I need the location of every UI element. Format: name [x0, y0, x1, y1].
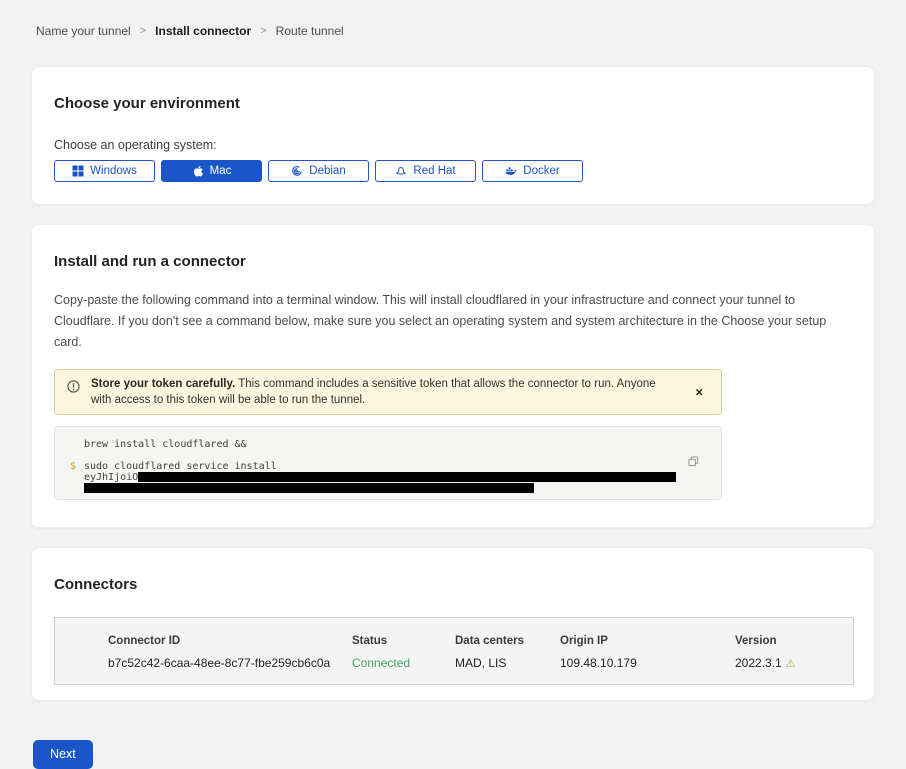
os-button-label: Red Hat	[413, 165, 455, 177]
redacted-token-bar	[84, 483, 534, 493]
copy-icon[interactable]	[686, 454, 701, 469]
token-warning-title: Store your token carefully.	[91, 378, 235, 390]
connectors-card: Connectors Connector ID Status Data cent…	[31, 547, 875, 701]
breadcrumb: Name your tunnel > Install connector > R…	[31, 0, 875, 38]
apple-icon	[192, 165, 204, 177]
breadcrumb-step-route-tunnel[interactable]: Route tunnel	[276, 24, 344, 38]
column-header-origin-ip: Origin IP	[560, 635, 735, 647]
next-button[interactable]: Next	[33, 740, 93, 769]
code-text-sudo: sudo cloudflared service install	[84, 462, 277, 473]
column-header-connector-id: Connector ID	[108, 635, 352, 647]
os-button-label: Docker	[523, 165, 559, 177]
prompt-spacer	[70, 483, 84, 494]
install-connector-title: Install and run a connector	[54, 253, 852, 270]
cell-status: Connected	[352, 656, 455, 670]
debian-icon	[291, 165, 303, 177]
os-button-mac[interactable]: Mac	[161, 160, 262, 182]
redhat-icon	[395, 165, 407, 177]
column-header-status: Status	[352, 635, 455, 647]
os-select-label: Choose an operating system:	[54, 138, 852, 152]
code-line-token-2	[70, 483, 681, 494]
cell-version: 2022.3.1 ⚠	[735, 656, 843, 670]
prompt-spacer	[70, 472, 84, 483]
cell-data-centers: MAD, LIS	[455, 656, 560, 670]
redacted-token-bar	[138, 472, 676, 482]
token-warning-text: Store your token carefully.This command …	[91, 376, 677, 408]
code-line-blank	[70, 451, 681, 462]
shell-prompt: $	[70, 462, 84, 473]
code-line-sudo: $ sudo cloudflared service install	[70, 462, 681, 473]
close-icon[interactable]: ×	[691, 384, 707, 401]
code-line-token: eyJhIjoiO	[70, 472, 681, 483]
os-button-debian[interactable]: Debian	[268, 160, 369, 182]
connectors-table: Connector ID Status Data centers Origin …	[54, 617, 854, 685]
connectors-title: Connectors	[54, 576, 852, 593]
breadcrumb-separator: >	[140, 25, 146, 37]
breadcrumb-step-install-connector[interactable]: Install connector	[155, 24, 251, 38]
version-value: 2022.3.1	[735, 656, 782, 670]
cell-connector-id: b7c52c42-6caa-48ee-8c77-fbe259cb6c0a	[108, 656, 352, 670]
os-button-redhat[interactable]: Red Hat	[375, 160, 476, 182]
terminal-command-block: brew install cloudflared && $ sudo cloud…	[54, 426, 722, 500]
os-button-label: Debian	[309, 165, 345, 177]
os-button-group: Windows Mac Debian Red Hat	[54, 160, 852, 182]
choose-environment-card: Choose your environment Choose an operat…	[31, 66, 875, 205]
os-button-label: Windows	[90, 165, 137, 177]
install-connector-card: Install and run a connector Copy-paste t…	[31, 224, 875, 528]
docker-icon	[505, 165, 517, 177]
alert-circle-icon	[67, 380, 80, 398]
column-header-data-centers: Data centers	[455, 635, 560, 647]
code-text-token: eyJhIjoiO	[84, 472, 676, 483]
cell-origin-ip: 109.48.10.179	[560, 656, 735, 670]
breadcrumb-step-name-your-tunnel[interactable]: Name your tunnel	[36, 24, 131, 38]
choose-environment-title: Choose your environment	[54, 95, 852, 112]
column-header-version: Version	[735, 635, 843, 647]
os-button-windows[interactable]: Windows	[54, 160, 155, 182]
install-connector-description: Copy-paste the following command into a …	[54, 290, 852, 353]
breadcrumb-separator: >	[260, 25, 266, 37]
os-button-docker[interactable]: Docker	[482, 160, 583, 182]
code-text-brew: brew install cloudflared &&	[84, 440, 247, 451]
windows-icon	[72, 165, 84, 177]
token-warning-banner: Store your token carefully.This command …	[54, 369, 722, 415]
page: Name your tunnel > Install connector > R…	[0, 0, 906, 769]
token-prefix: eyJhIjoiO	[84, 472, 138, 483]
os-button-label: Mac	[210, 165, 232, 177]
prompt-spacer	[70, 440, 84, 451]
warning-triangle-icon: ⚠	[786, 658, 796, 670]
code-line-brew: brew install cloudflared &&	[70, 440, 681, 451]
